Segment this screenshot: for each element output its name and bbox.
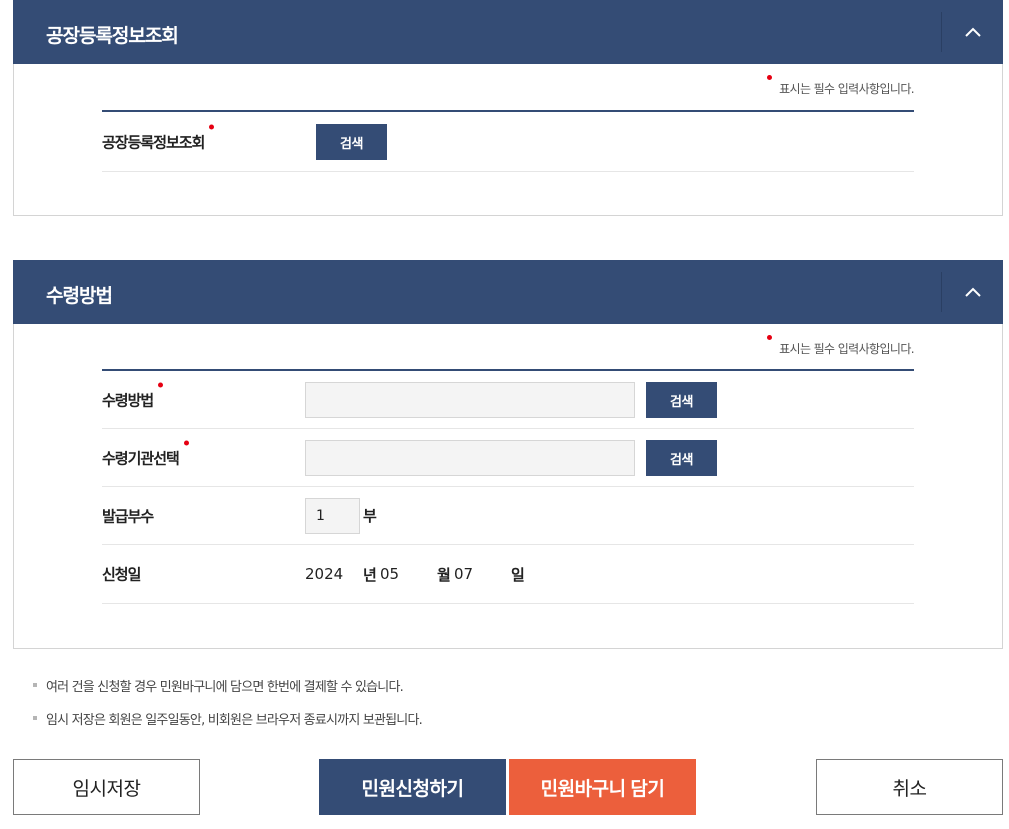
notice-item: 여러 건을 신청할 경우 민원바구니에 담으면 한번에 결제할 수 있습니다.: [33, 676, 422, 709]
chevron-up-icon: [964, 27, 981, 37]
apply-month: 05: [380, 565, 400, 583]
required-note-text: 표시는 필수 입력사항입니다.: [779, 82, 915, 96]
receipt-method-search-button[interactable]: 검색: [646, 382, 717, 418]
factory-info-header: 공장등록정보조회: [13, 0, 1003, 64]
factory-info-row: 공장등록정보조회 검색: [102, 112, 914, 172]
notice-list: 여러 건을 신청할 경우 민원바구니에 담으면 한번에 결제할 수 있습니다. …: [33, 676, 423, 742]
apply-date-row: 신청일 2024 년 05 월 07 일: [102, 545, 914, 604]
receipt-method-label: 수령방법: [102, 382, 164, 410]
receipt-method-input[interactable]: [305, 382, 635, 418]
add-to-basket-button[interactable]: 민원바구니 담기: [509, 759, 696, 815]
collapse-receipt-button[interactable]: [942, 260, 1003, 324]
temp-save-button[interactable]: 임시저장: [13, 759, 200, 815]
required-dot: [183, 440, 189, 445]
factory-info-title: 공장등록정보조회: [46, 25, 179, 47]
day-unit: 일: [511, 566, 525, 584]
copies-input[interactable]: [305, 498, 360, 534]
receipt-method-row: 수령방법 검색: [102, 371, 914, 429]
month-unit: 월: [437, 566, 451, 584]
factory-search-button[interactable]: 검색: [316, 124, 387, 160]
required-note-text: 표시는 필수 입력사항입니다.: [779, 342, 915, 356]
bullet-icon: [33, 683, 37, 687]
required-dot: [767, 335, 773, 340]
factory-info-panel: 공장등록정보조회 표시는 필수 입력사항입니다. 공장등록정보조회 검색: [13, 0, 1003, 216]
year-unit: 년: [363, 566, 377, 584]
bullet-icon: [33, 716, 37, 720]
apply-date-label: 신청일: [102, 565, 141, 584]
apply-button[interactable]: 민원신청하기: [319, 759, 506, 815]
factory-form-table: 공장등록정보조회 검색: [102, 110, 914, 172]
receipt-agency-label: 수령기관선택: [102, 440, 189, 468]
receipt-header: 수령방법: [13, 260, 1003, 324]
collapse-factory-button[interactable]: [942, 0, 1003, 64]
receipt-agency-input[interactable]: [305, 440, 635, 476]
receipt-form-table: 수령방법 검색 수령기관선택 검색 발급부수 부 신청일 2024 년 05 월…: [102, 369, 914, 604]
receipt-agency-search-button[interactable]: 검색: [646, 440, 717, 476]
required-dot: [767, 75, 773, 80]
required-dot: [209, 124, 215, 129]
required-note: 표시는 필수 입력사항입니다.: [767, 75, 915, 97]
apply-year: 2024: [305, 565, 344, 583]
required-dot: [158, 382, 164, 387]
factory-info-label: 공장등록정보조회: [102, 124, 215, 152]
receipt-panel: 수령방법 표시는 필수 입력사항입니다. 수령방법 검색 수령기관선택 검색 발…: [13, 260, 1003, 649]
copies-unit: 부: [363, 507, 377, 525]
cancel-button[interactable]: 취소: [816, 759, 1003, 815]
copies-row: 발급부수 부: [102, 487, 914, 545]
chevron-up-icon: [964, 287, 981, 297]
receipt-agency-row: 수령기관선택 검색: [102, 429, 914, 487]
apply-day: 07: [454, 565, 474, 583]
copies-label: 발급부수: [102, 507, 154, 525]
required-note: 표시는 필수 입력사항입니다.: [767, 335, 915, 357]
notice-item: 임시 저장은 회원은 일주일동안, 비회원은 브라우저 종료시까지 보관됩니다.: [33, 709, 423, 742]
receipt-title: 수령방법: [46, 285, 113, 307]
